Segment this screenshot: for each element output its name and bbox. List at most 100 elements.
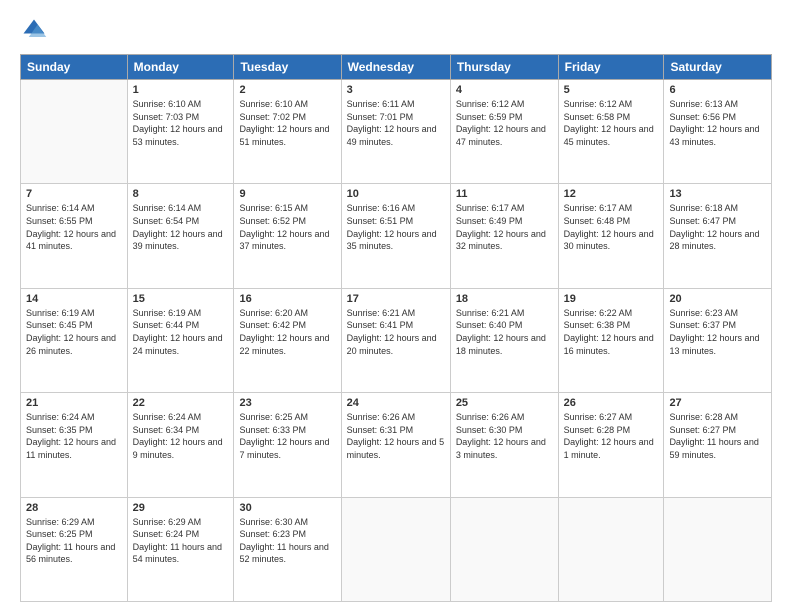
calendar-week-row: 21 Sunrise: 6:24 AMSunset: 6:35 PMDayligh… (21, 393, 772, 497)
day-number: 27 (669, 397, 766, 409)
calendar-cell: 25Sunrise: 6:26 AMSunset: 6:30 PMDayligh… (450, 393, 558, 497)
day-number: 13 (669, 188, 766, 200)
day-info: Sunrise: 6:10 AMSunset: 7:03 PMDaylight:… (133, 98, 229, 148)
day-number: 16 (239, 293, 335, 305)
day-info: Sunrise: 6:24 AMSunset: 6:34 PMDaylight:… (133, 411, 229, 461)
day-info: Sunrise: 6:30 AMSunset: 6:23 PMDaylight:… (239, 516, 335, 566)
calendar-cell: 16 Sunrise: 6:20 AMSunset: 6:42 PMDayligh… (234, 288, 341, 392)
day-info: Sunrise: 6:14 AMSunset: 6:55 PMDaylight:… (26, 202, 122, 252)
calendar-week-row: 1 Sunrise: 6:10 AMSunset: 7:03 PMDaylight… (21, 80, 772, 184)
calendar-header-sunday: Sunday (21, 55, 128, 80)
day-info: Sunrise: 6:21 AMSunset: 6:41 PMDaylight:… (347, 307, 445, 357)
day-info: Sunrise: 6:25 AMSunset: 6:33 PMDaylight:… (239, 411, 335, 461)
calendar-cell: 19Sunrise: 6:22 AMSunset: 6:38 PMDayligh… (558, 288, 664, 392)
calendar-cell (558, 497, 664, 601)
day-number: 10 (347, 188, 445, 200)
day-number: 5 (564, 84, 659, 96)
calendar-header-wednesday: Wednesday (341, 55, 450, 80)
day-info: Sunrise: 6:21 AMSunset: 6:40 PMDaylight:… (456, 307, 553, 357)
day-number: 1 (133, 84, 229, 96)
day-info: Sunrise: 6:10 AMSunset: 7:02 PMDaylight:… (239, 98, 335, 148)
calendar-cell: 28 Sunrise: 6:29 AMSunset: 6:25 PMDayligh… (21, 497, 128, 601)
calendar-cell: 4 Sunrise: 6:12 AMSunset: 6:59 PMDaylight… (450, 80, 558, 184)
calendar-cell: 20 Sunrise: 6:23 AMSunset: 6:37 PMDayligh… (664, 288, 772, 392)
calendar-cell (664, 497, 772, 601)
calendar-header-tuesday: Tuesday (234, 55, 341, 80)
calendar-cell: 2 Sunrise: 6:10 AMSunset: 7:02 PMDaylight… (234, 80, 341, 184)
day-number: 26 (564, 397, 659, 409)
calendar-cell: 23 Sunrise: 6:25 AMSunset: 6:33 PMDayligh… (234, 393, 341, 497)
day-number: 23 (239, 397, 335, 409)
day-number: 22 (133, 397, 229, 409)
calendar-cell: 18 Sunrise: 6:21 AMSunset: 6:40 PMDayligh… (450, 288, 558, 392)
day-number: 8 (133, 188, 229, 200)
day-number: 24 (347, 397, 445, 409)
day-number: 11 (456, 188, 553, 200)
day-info: Sunrise: 6:12 AMSunset: 6:59 PMDaylight:… (456, 98, 553, 148)
calendar-cell: 13 Sunrise: 6:18 AMSunset: 6:47 PMDayligh… (664, 184, 772, 288)
calendar-header-friday: Friday (558, 55, 664, 80)
calendar-cell: 22 Sunrise: 6:24 AMSunset: 6:34 PMDayligh… (127, 393, 234, 497)
header (20, 16, 772, 44)
calendar-cell: 17Sunrise: 6:21 AMSunset: 6:41 PMDayligh… (341, 288, 450, 392)
day-info: Sunrise: 6:16 AMSunset: 6:51 PMDaylight:… (347, 202, 445, 252)
day-number: 29 (133, 502, 229, 514)
calendar-cell: 6Sunrise: 6:13 AMSunset: 6:56 PMDaylight… (664, 80, 772, 184)
calendar-week-row: 7 Sunrise: 6:14 AMSunset: 6:55 PMDaylight… (21, 184, 772, 288)
day-info: Sunrise: 6:24 AMSunset: 6:35 PMDaylight:… (26, 411, 122, 461)
day-info: Sunrise: 6:19 AMSunset: 6:44 PMDaylight:… (133, 307, 229, 357)
calendar-cell: 11 Sunrise: 6:17 AMSunset: 6:49 PMDayligh… (450, 184, 558, 288)
day-info: Sunrise: 6:23 AMSunset: 6:37 PMDaylight:… (669, 307, 766, 357)
day-number: 18 (456, 293, 553, 305)
day-info: Sunrise: 6:28 AMSunset: 6:27 PMDaylight:… (669, 411, 766, 461)
calendar-cell: 8Sunrise: 6:14 AMSunset: 6:54 PMDaylight… (127, 184, 234, 288)
calendar-cell: 24 Sunrise: 6:26 AMSunset: 6:31 PMDayligh… (341, 393, 450, 497)
day-info: Sunrise: 6:17 AMSunset: 6:49 PMDaylight:… (456, 202, 553, 252)
calendar-cell: 21 Sunrise: 6:24 AMSunset: 6:35 PMDayligh… (21, 393, 128, 497)
calendar-cell: 29Sunrise: 6:29 AMSunset: 6:24 PMDayligh… (127, 497, 234, 601)
day-info: Sunrise: 6:18 AMSunset: 6:47 PMDaylight:… (669, 202, 766, 252)
day-number: 4 (456, 84, 553, 96)
calendar-week-row: 14Sunrise: 6:19 AMSunset: 6:45 PMDayligh… (21, 288, 772, 392)
calendar-header-monday: Monday (127, 55, 234, 80)
page: SundayMondayTuesdayWednesdayThursdayFrid… (0, 0, 792, 612)
day-number: 19 (564, 293, 659, 305)
day-number: 3 (347, 84, 445, 96)
day-number: 21 (26, 397, 122, 409)
day-number: 20 (669, 293, 766, 305)
day-info: Sunrise: 6:27 AMSunset: 6:28 PMDaylight:… (564, 411, 659, 461)
day-number: 2 (239, 84, 335, 96)
calendar-cell: 9Sunrise: 6:15 AMSunset: 6:52 PMDaylight… (234, 184, 341, 288)
day-number: 25 (456, 397, 553, 409)
calendar-cell: 30 Sunrise: 6:30 AMSunset: 6:23 PMDayligh… (234, 497, 341, 601)
day-number: 15 (133, 293, 229, 305)
day-info: Sunrise: 6:11 AMSunset: 7:01 PMDaylight:… (347, 98, 445, 148)
calendar-cell: 27 Sunrise: 6:28 AMSunset: 6:27 PMDayligh… (664, 393, 772, 497)
calendar-cell: 1 Sunrise: 6:10 AMSunset: 7:03 PMDaylight… (127, 80, 234, 184)
calendar-cell: 5 Sunrise: 6:12 AMSunset: 6:58 PMDaylight… (558, 80, 664, 184)
calendar-cell (341, 497, 450, 601)
day-number: 28 (26, 502, 122, 514)
calendar-cell (450, 497, 558, 601)
day-info: Sunrise: 6:26 AMSunset: 6:31 PMDaylight:… (347, 411, 445, 461)
day-info: Sunrise: 6:20 AMSunset: 6:42 PMDaylight:… (239, 307, 335, 357)
logo-icon (20, 16, 48, 44)
day-info: Sunrise: 6:29 AMSunset: 6:25 PMDaylight:… (26, 516, 122, 566)
day-info: Sunrise: 6:12 AMSunset: 6:58 PMDaylight:… (564, 98, 659, 148)
day-info: Sunrise: 6:17 AMSunset: 6:48 PMDaylight:… (564, 202, 659, 252)
calendar-cell (21, 80, 128, 184)
calendar-header-saturday: Saturday (664, 55, 772, 80)
calendar-week-row: 28 Sunrise: 6:29 AMSunset: 6:25 PMDayligh… (21, 497, 772, 601)
day-number: 14 (26, 293, 122, 305)
day-info: Sunrise: 6:13 AMSunset: 6:56 PMDaylight:… (669, 98, 766, 148)
calendar-cell: 14Sunrise: 6:19 AMSunset: 6:45 PMDayligh… (21, 288, 128, 392)
day-number: 12 (564, 188, 659, 200)
calendar-cell: 12 Sunrise: 6:17 AMSunset: 6:48 PMDayligh… (558, 184, 664, 288)
day-number: 7 (26, 188, 122, 200)
calendar-cell: 10 Sunrise: 6:16 AMSunset: 6:51 PMDayligh… (341, 184, 450, 288)
day-number: 30 (239, 502, 335, 514)
calendar-cell: 15 Sunrise: 6:19 AMSunset: 6:44 PMDayligh… (127, 288, 234, 392)
calendar-cell: 26 Sunrise: 6:27 AMSunset: 6:28 PMDayligh… (558, 393, 664, 497)
calendar-header-row: SundayMondayTuesdayWednesdayThursdayFrid… (21, 55, 772, 80)
calendar-table: SundayMondayTuesdayWednesdayThursdayFrid… (20, 54, 772, 602)
